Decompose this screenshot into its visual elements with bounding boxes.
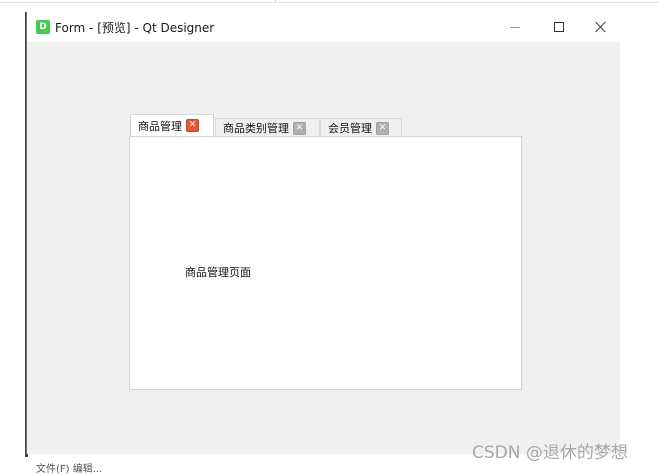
tab-product-management[interactable]: 商品管理 ✕ xyxy=(130,114,214,136)
tab-label: 商品类别管理 xyxy=(223,122,289,135)
tab-product-category-management[interactable]: 商品类别管理 ✕ xyxy=(215,118,320,137)
background-menu-text: 文件(F) 编辑... xyxy=(36,464,103,475)
tab-label: 商品管理 xyxy=(138,119,182,133)
maximize-icon xyxy=(554,22,564,32)
tab-close-icon[interactable]: ✕ xyxy=(293,121,306,135)
title-bar[interactable]: D Form - [预览] - Qt Designer xyxy=(27,12,621,42)
background-window-strip xyxy=(0,0,659,3)
close-button[interactable] xyxy=(579,12,623,42)
close-icon xyxy=(595,21,607,33)
qt-designer-icon: D xyxy=(36,20,50,34)
tab-content-panel: 商品管理页面 xyxy=(129,136,522,390)
minimize-button[interactable] xyxy=(493,12,537,42)
tab-label: 会员管理 xyxy=(328,122,372,135)
maximize-button[interactable] xyxy=(537,12,581,42)
window-title: Form - [预览] - Qt Designer xyxy=(55,21,215,35)
minimize-icon xyxy=(510,26,520,28)
tab-member-management[interactable]: 会员管理 ✕ xyxy=(320,118,402,137)
strip-divider xyxy=(275,0,276,2)
watermark: CSDN @退休的梦想 xyxy=(472,443,628,463)
tab-close-icon[interactable]: ✕ xyxy=(376,121,389,135)
tab-close-icon[interactable]: ✕ xyxy=(186,119,199,132)
preview-window: D Form - [预览] - Qt Designer 商品管理 ✕ 商品类别管… xyxy=(26,12,621,454)
page-label: 商品管理页面 xyxy=(185,266,251,279)
